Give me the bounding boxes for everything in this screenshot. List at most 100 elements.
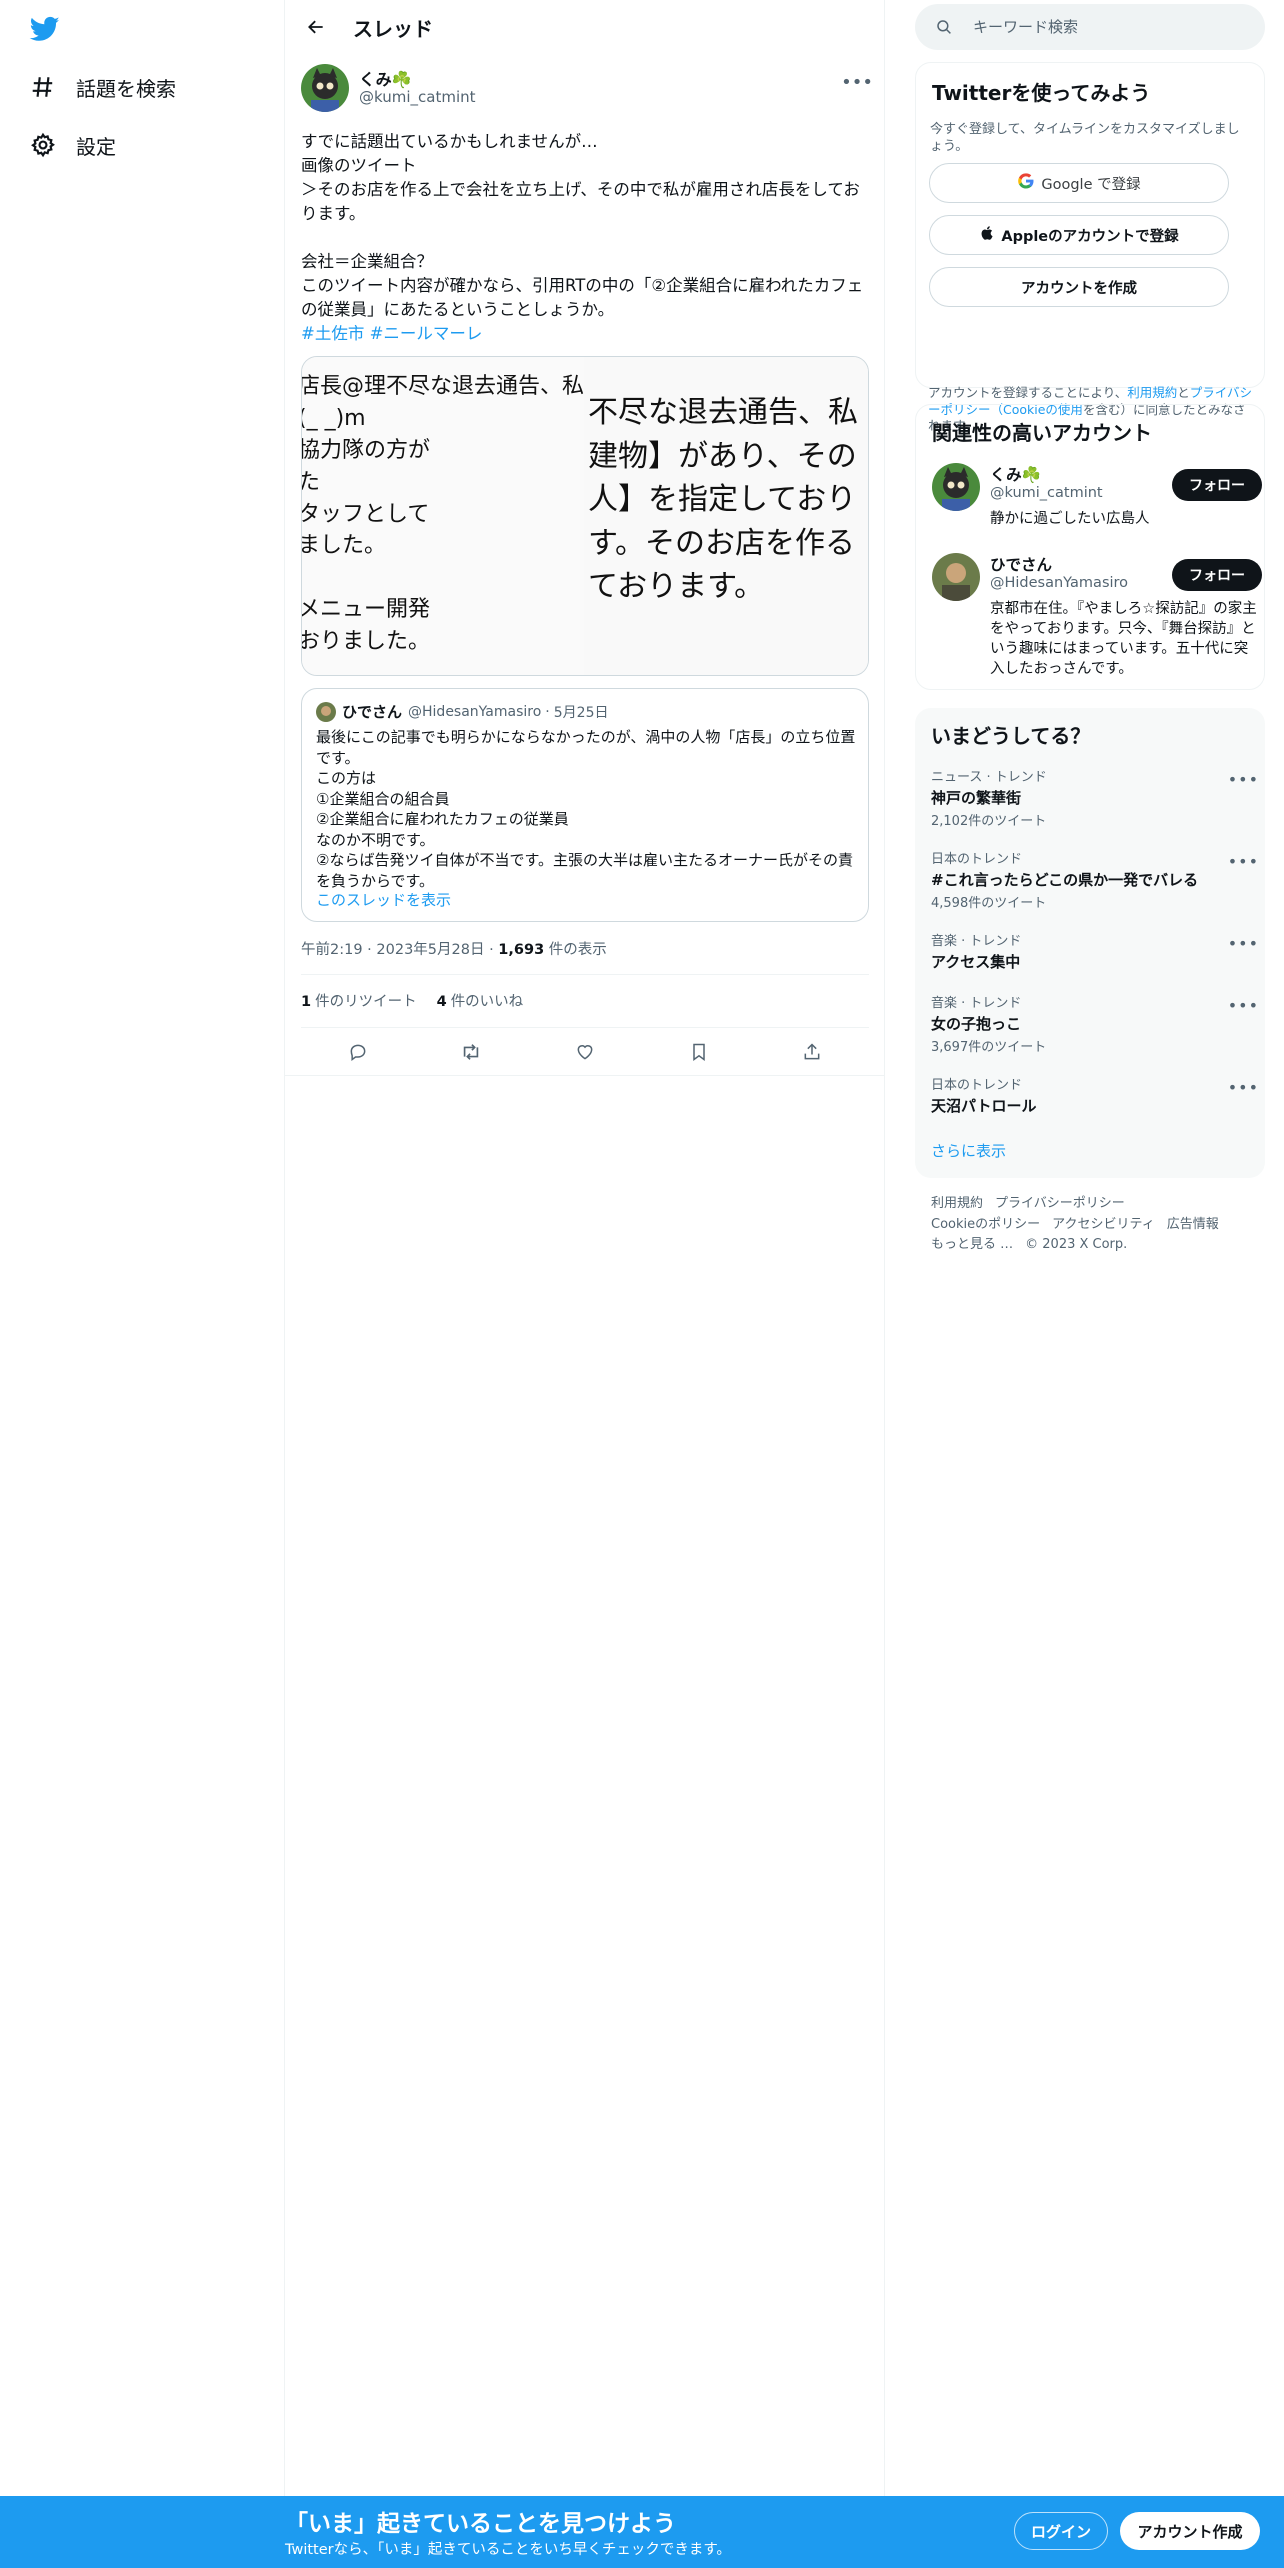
- avatar: [316, 701, 336, 722]
- follow-button[interactable]: フォロー: [1172, 559, 1262, 591]
- tweet-date[interactable]: 2023年5月28日: [376, 942, 484, 958]
- more-icon[interactable]: •••: [1228, 934, 1259, 953]
- signup-button[interactable]: アカウント作成: [1120, 2512, 1260, 2550]
- follow-button[interactable]: フォロー: [1172, 469, 1262, 501]
- search-box[interactable]: [915, 4, 1265, 50]
- trends-title: いまどうしてる？: [931, 724, 1091, 748]
- account-name: くみ☘️: [990, 466, 1041, 484]
- signup-banner: 「いま」起きていることを見つけよう Twitterなら、「いま」起きていることを…: [0, 2496, 1284, 2568]
- tweet-body: すでに話題出ているかもしれませんが… 画像のツイート ＞そのお店を作る上で会社を…: [301, 132, 864, 319]
- banner-title: 「いま」起きていることを見つけよう: [285, 2511, 676, 2537]
- more-icon[interactable]: •••: [1228, 1078, 1259, 1097]
- twitter-logo-icon[interactable]: [28, 14, 62, 44]
- quote-author-handle: @HidesanYamasiro: [408, 703, 542, 720]
- trend-item[interactable]: 音楽 · トレンド アクセス集中 •••: [931, 930, 1258, 972]
- tweet-text: すでに話題出ているかもしれませんが… 画像のツイート ＞そのお店を作る上で会社を…: [301, 130, 871, 346]
- quote-header: ひでさん @HidesanYamasiro · 5月25日: [316, 701, 608, 722]
- footer-links: 利用規約 プライバシーポリシー Cookieのポリシー アクセシビリティ 広告情報 も…: [931, 1194, 1251, 1256]
- quoted-tweet[interactable]: ひでさん @HidesanYamasiro · 5月25日 最後にこの記事でも明…: [301, 688, 869, 922]
- apple-icon: [979, 225, 995, 245]
- account-bio: 静かに過ごしたい広島人: [990, 511, 1150, 527]
- reply-button[interactable]: [340, 1034, 376, 1070]
- retweet-button[interactable]: [453, 1034, 489, 1070]
- copyright: © 2023 X Corp.: [1025, 1237, 1128, 1252]
- hashtag-icon: [28, 72, 58, 102]
- retweet-label: 件のリツイート: [315, 994, 417, 1010]
- more-options-button[interactable]: •••: [841, 72, 873, 93]
- page-title: スレッド: [353, 16, 433, 41]
- trend-name: 天沼パトロール: [931, 1097, 1037, 1115]
- more-icon: •••: [841, 71, 873, 93]
- trend-item[interactable]: 日本のトレンド #これ言ったらどこの県か一発でバレる 4,598件のツイート •…: [931, 848, 1258, 911]
- heart-icon: [577, 1045, 593, 1060]
- hashtag-link[interactable]: #土佐市: [301, 324, 364, 343]
- tweet-stats: 1 件のリツイート 4 件のいいね: [301, 990, 523, 1011]
- meta-separator: ·: [489, 942, 494, 958]
- footer-link[interactable]: プライバシーポリシー: [995, 1196, 1125, 1211]
- divider: [301, 974, 869, 975]
- avatar[interactable]: [301, 64, 349, 112]
- back-button[interactable]: [299, 10, 333, 44]
- account-cell[interactable]: ひでさん @HidesanYamasiro 京都市在住。『やましろ☆探訪記』の家…: [932, 553, 1262, 677]
- trend-category: ニュース · トレンド: [931, 770, 1047, 785]
- login-button[interactable]: ログイン: [1014, 2512, 1108, 2550]
- like-stat[interactable]: 4 件のいいね: [437, 990, 524, 1011]
- nav-settings[interactable]: 設定: [28, 125, 116, 165]
- divider: [285, 1075, 885, 1076]
- show-more-trends-link[interactable]: さらに表示: [931, 1140, 1006, 1161]
- hashtag-link[interactable]: #ニールマーレ: [370, 324, 483, 343]
- more-icon[interactable]: •••: [1228, 996, 1259, 1015]
- more-icon[interactable]: •••: [1228, 770, 1259, 789]
- footer-more-link[interactable]: もっと見る …: [931, 1237, 1013, 1252]
- account-handle: @kumi_catmint: [990, 485, 1103, 501]
- left-nav: 話題を検索 設定: [0, 0, 285, 2496]
- nav-explore[interactable]: 話題を検索: [28, 67, 176, 107]
- tweet-actions: [301, 1030, 869, 1074]
- like-button[interactable]: [567, 1034, 603, 1070]
- trend-item[interactable]: ニュース · トレンド 神戸の繁華街 2,102件のツイート •••: [931, 766, 1258, 829]
- like-label: 件のいいね: [450, 994, 524, 1010]
- tweet-media[interactable]: 店長@理不尽な退去通告、私 (_ _)m 協力隊の方が た タッフとして ました…: [301, 356, 869, 676]
- bookmark-icon: [692, 1043, 705, 1061]
- footer-link[interactable]: アクセシビリティ: [1052, 1217, 1155, 1232]
- trend-item[interactable]: 音楽 · トレンド 女の子抱っこ 3,697件のツイート •••: [931, 992, 1258, 1055]
- retweet-stat[interactable]: 1 件のリツイート: [301, 990, 417, 1011]
- footer-link[interactable]: Cookieのポリシー: [931, 1217, 1040, 1232]
- trend-name: アクセス集中: [931, 953, 1021, 971]
- media-image-right[interactable]: 不尽な退去通告、私 建物】があり、その 人】を指定しており す。そのお店を作る …: [584, 357, 868, 675]
- google-icon: [1017, 172, 1035, 194]
- trend-category: 日本のトレンド: [931, 852, 1023, 867]
- trend-category: 音楽 · トレンド: [931, 996, 1022, 1011]
- google-signup-label: Google で登録: [1041, 176, 1141, 193]
- view-count: 1,693: [498, 942, 545, 958]
- author-handle[interactable]: @kumi_catmint: [359, 88, 476, 106]
- legal-and: と: [1177, 385, 1190, 400]
- account-cell[interactable]: くみ☘️ @kumi_catmint 静かに過ごしたい広島人 フォロー: [932, 463, 1262, 539]
- create-account-button[interactable]: アカウントを作成: [929, 267, 1229, 307]
- show-thread-link[interactable]: このスレッドを表示: [316, 889, 451, 910]
- author-name[interactable]: くみ☘️: [359, 66, 412, 90]
- trend-count: 4,598件のツイート: [931, 896, 1047, 911]
- media-image-text: 店長@理不尽な退去通告、私 (_ _)m 協力隊の方が た タッフとして ました…: [302, 374, 584, 655]
- arrow-left-icon: [308, 20, 323, 34]
- share-button[interactable]: [794, 1034, 830, 1070]
- footer-link[interactable]: 利用規約: [931, 1196, 983, 1211]
- terms-link[interactable]: 利用規約: [1127, 385, 1177, 400]
- bookmark-button[interactable]: [681, 1034, 717, 1070]
- search-icon: [937, 20, 951, 34]
- quote-text: 最後にこの記事でも明らかにならなかったのが、渦中の人物「店長」の立ち位置です。 …: [316, 728, 856, 890]
- footer-link[interactable]: 広告情報: [1167, 1217, 1219, 1232]
- google-signup-button[interactable]: Google で登録: [929, 163, 1229, 203]
- media-image-text: 不尽な退去通告、私 建物】があり、その 人】を指定しており す。そのお店を作る …: [588, 395, 858, 604]
- apple-signup-button[interactable]: Appleのアカウントで登録: [929, 215, 1229, 255]
- banner-subtitle: Twitterなら、「いま」起きていることをいち早くチェックできます。: [285, 2542, 731, 2558]
- search-input[interactable]: [973, 18, 1233, 36]
- tweet-time[interactable]: 午前2:19: [301, 942, 363, 958]
- more-icon[interactable]: •••: [1228, 852, 1259, 871]
- media-image-left[interactable]: 店長@理不尽な退去通告、私 (_ _)m 協力隊の方が た タッフとして ました…: [302, 357, 584, 675]
- trends-card: いまどうしてる？ ニュース · トレンド 神戸の繁華街 2,102件のツイート …: [915, 708, 1265, 1178]
- trend-item[interactable]: 日本のトレンド 天沼パトロール •••: [931, 1074, 1258, 1116]
- avatar: [932, 463, 980, 511]
- main-column: スレッド くみ☘️ @kumi_catmint ••• すでに話題出ているかもし…: [285, 0, 885, 2496]
- account-name: ひでさん: [990, 556, 1053, 574]
